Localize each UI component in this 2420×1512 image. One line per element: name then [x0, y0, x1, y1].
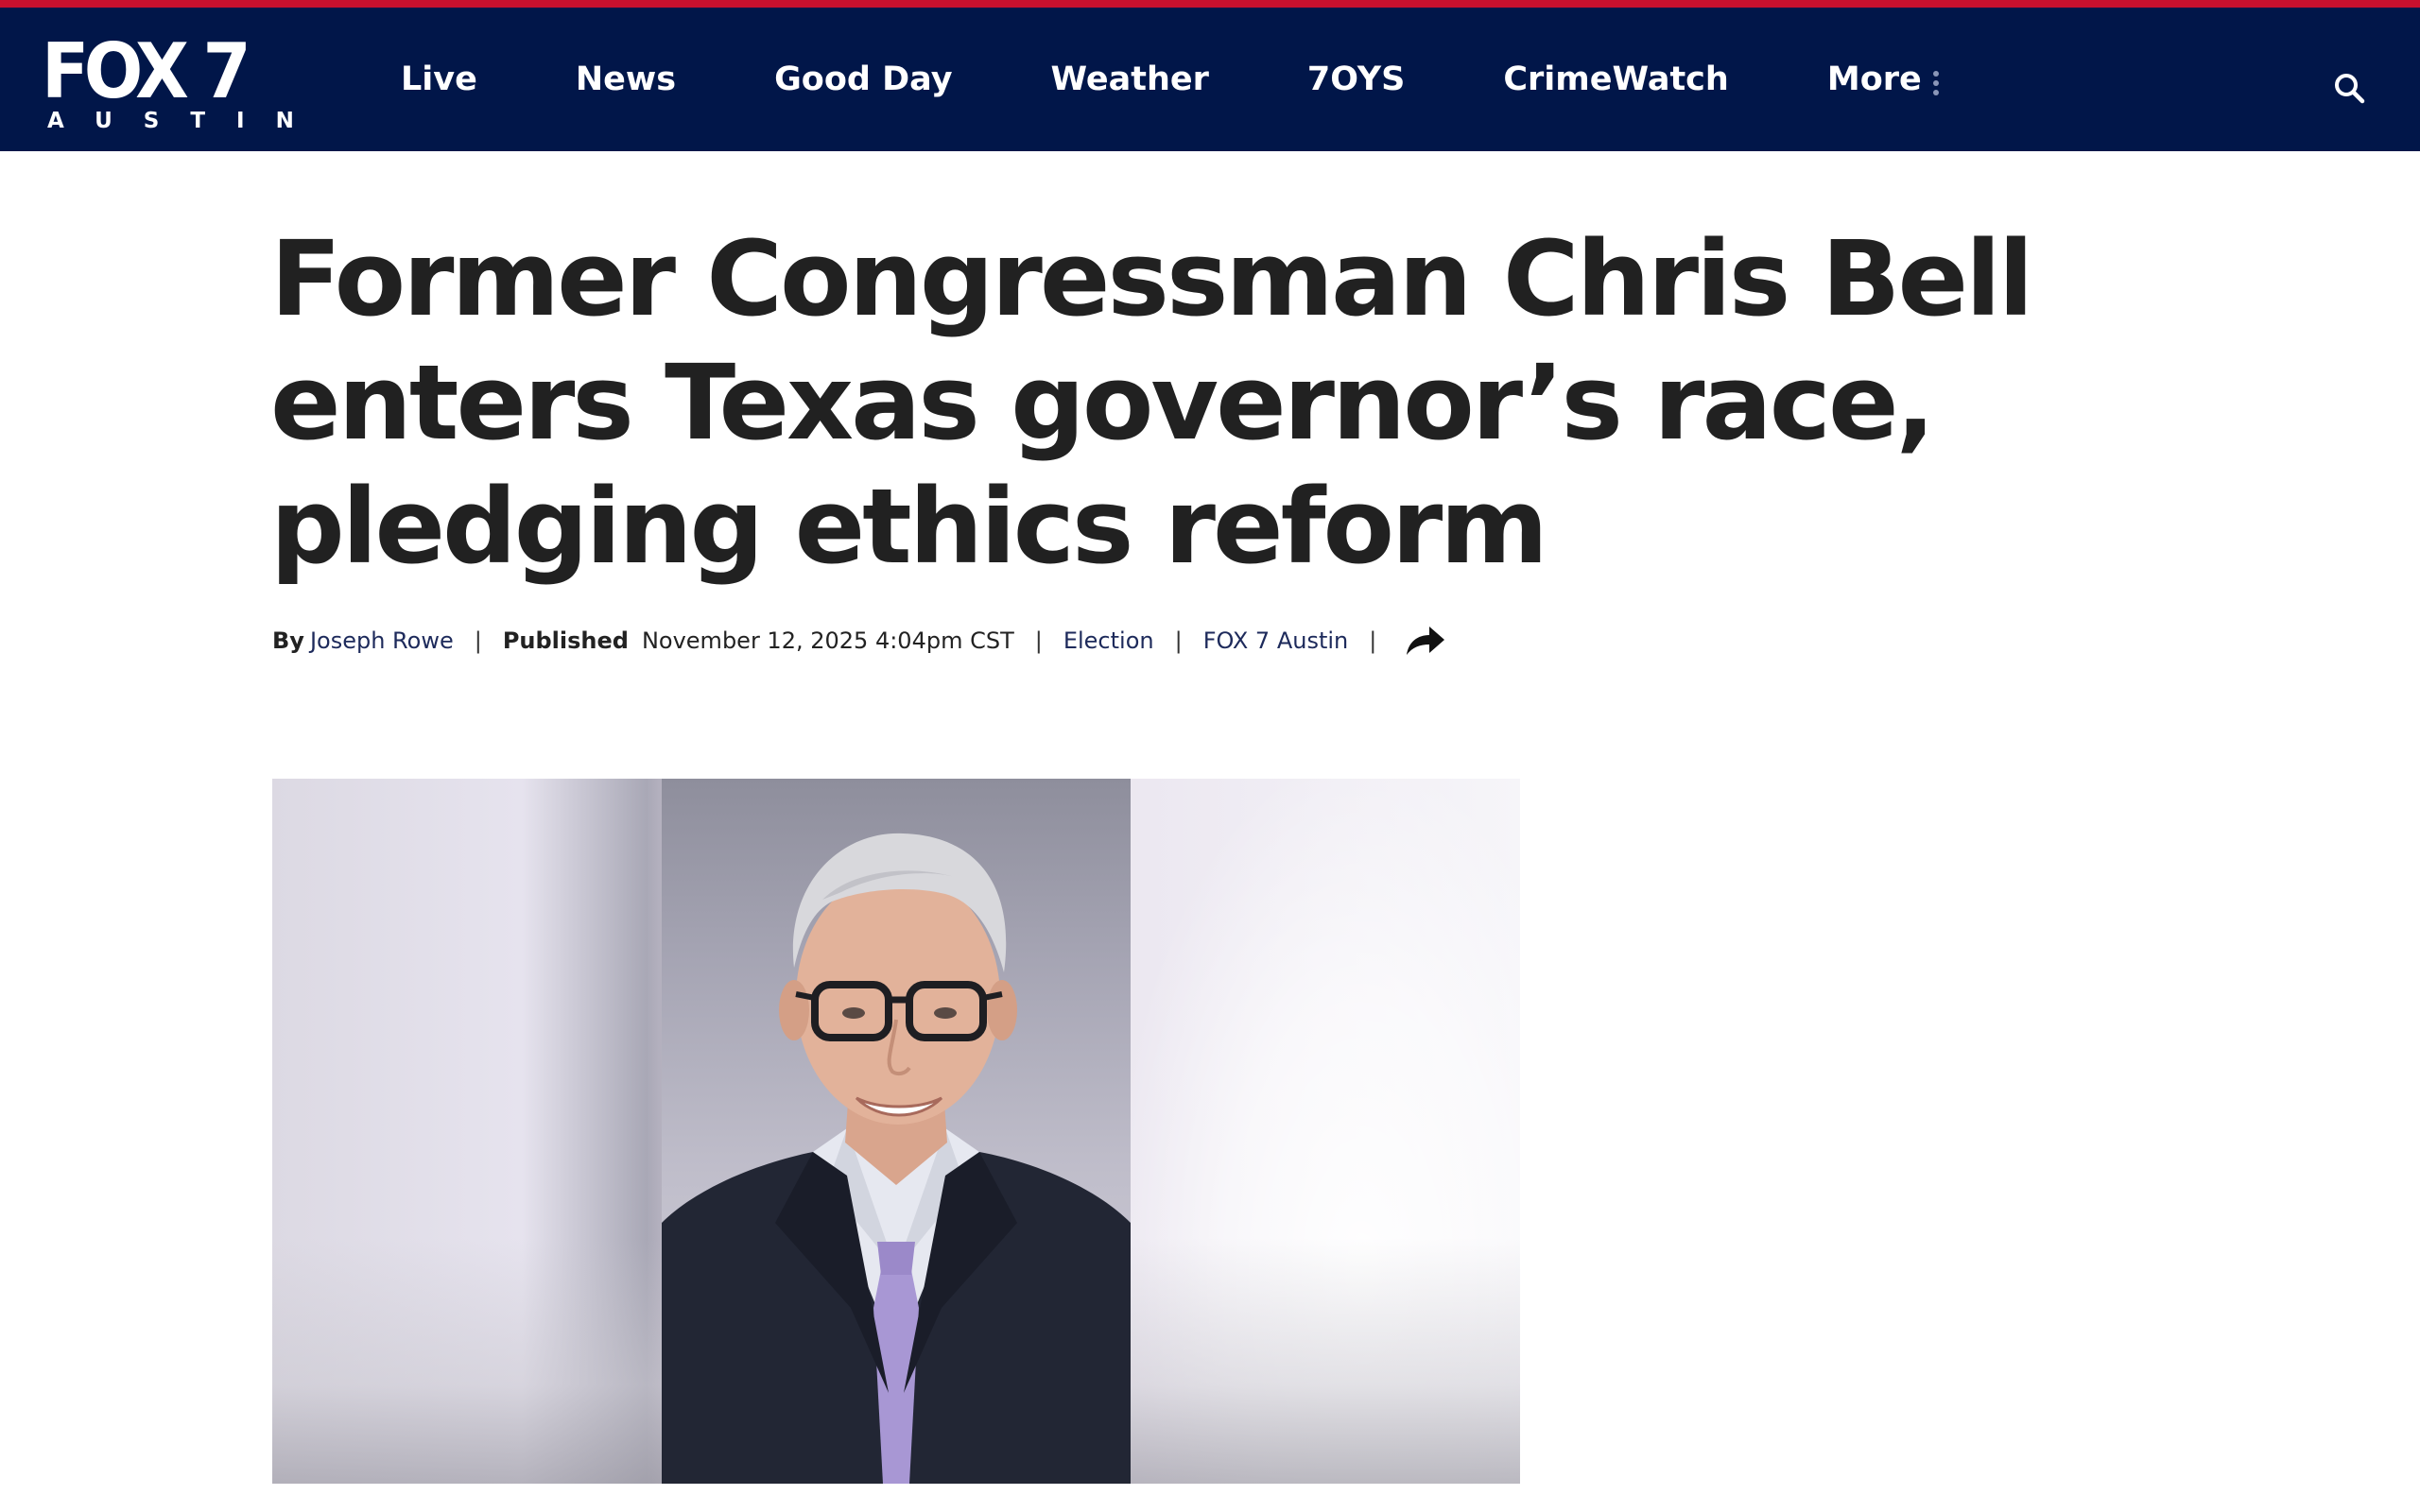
category-link[interactable]: Election — [1063, 627, 1154, 654]
main-nav: Live News Good Day Weather 7OYS CrimeWat… — [401, 8, 2037, 151]
logo-main-text: FOX 7 — [42, 27, 251, 115]
search-button[interactable] — [2331, 70, 2369, 108]
fox7-austin-logo[interactable]: FOX 7 AUSTIN — [42, 27, 294, 138]
nav-item-live[interactable]: Live — [401, 60, 477, 98]
meta-separator: | — [1174, 627, 1183, 654]
share-arrow-icon — [1407, 627, 1445, 655]
author-link[interactable]: Joseph Rowe — [310, 627, 454, 654]
article-headline: Former Congressman Chris Bell enters Tex… — [270, 218, 2034, 587]
search-icon — [2335, 74, 2365, 104]
meta-separator: | — [474, 627, 482, 654]
meta-separator: | — [1034, 627, 1043, 654]
person-portrait-illustration — [662, 833, 1131, 1484]
logo-sub-text: AUSTIN — [47, 109, 325, 133]
site-header: FOX 7 AUSTIN Live News Good Day Weather … — [0, 8, 2420, 151]
nav-item-7oys[interactable]: 7OYS — [1307, 60, 1405, 98]
top-accent-bar — [0, 0, 2420, 8]
nav-item-news[interactable]: News — [576, 60, 676, 98]
nav-more-label: More — [1826, 60, 1922, 98]
nav-item-good-day[interactable]: Good Day — [774, 60, 952, 98]
share-button[interactable] — [1401, 621, 1448, 661]
article-meta: By Joseph Rowe | Published November 12, … — [272, 624, 1448, 658]
published-label: Published — [502, 627, 629, 654]
source-link[interactable]: FOX 7 Austin — [1203, 627, 1349, 654]
meta-separator: | — [1369, 627, 1377, 654]
nav-item-crimewatch[interactable]: CrimeWatch — [1503, 60, 1729, 98]
published-date: November 12, 2025 4:04pm CST — [641, 627, 1014, 654]
byline-label: By — [272, 627, 304, 654]
more-dots-icon — [1932, 69, 1939, 97]
article-hero-image[interactable] — [272, 779, 1520, 1484]
portrait-photo — [662, 779, 1131, 1484]
nav-item-weather[interactable]: Weather — [1051, 60, 1209, 98]
nav-item-more[interactable]: More — [1827, 60, 1939, 98]
